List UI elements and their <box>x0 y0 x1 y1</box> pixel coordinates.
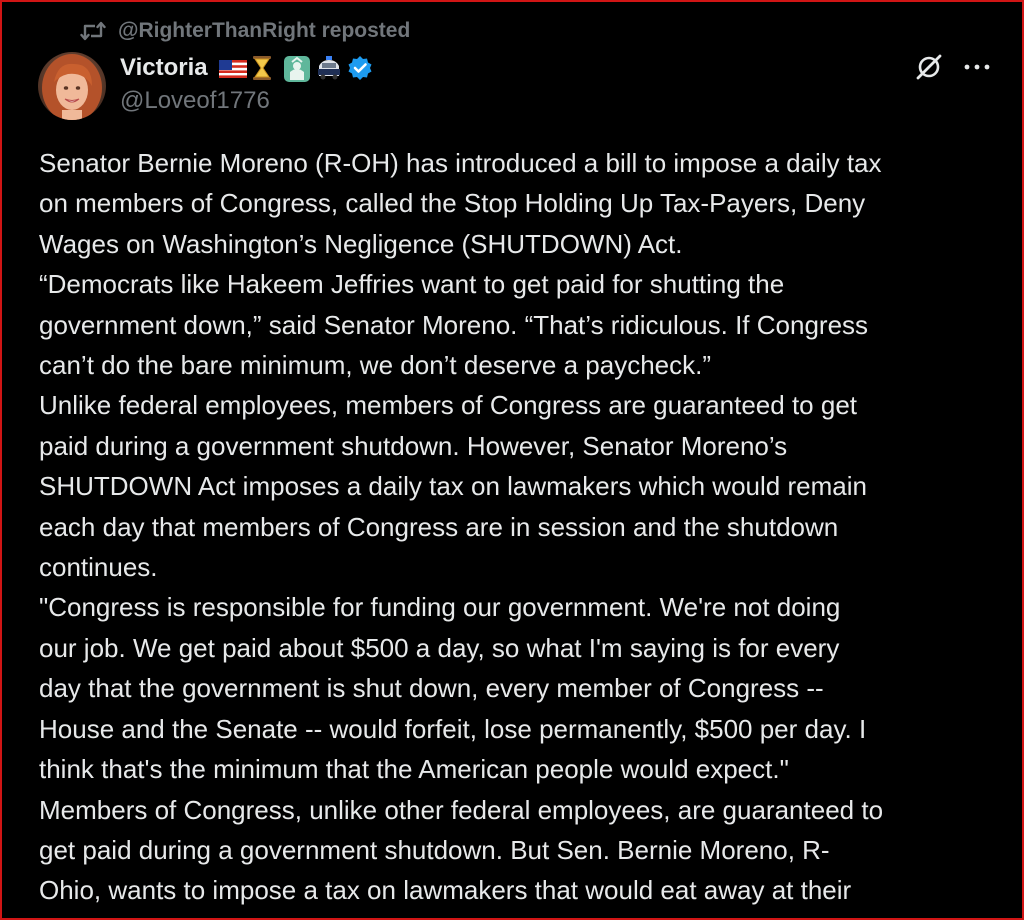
statue-of-liberty-emoji <box>282 54 310 82</box>
repost-header: @RighterThanRight reposted <box>80 16 410 46</box>
us-flag-emoji <box>218 54 247 82</box>
tweet-text-line: Ohio, wants to impose a tax on lawmakers… <box>39 875 852 906</box>
grok-icon[interactable] <box>914 52 944 82</box>
tweet-text-line: paid during a government shutdown. Howev… <box>39 430 788 461</box>
tweet-text-line: “Democrats like Hakeem Jeffries want to … <box>39 269 785 300</box>
tweet-text-line: on members of Congress, called the Stop … <box>39 188 866 219</box>
hourglass-emoji <box>250 54 278 82</box>
tweet-text-line: "Congress is responsible for funding our… <box>39 592 841 623</box>
tweet-text-line: Senator Bernie Moreno (R-OH) has introdu… <box>39 148 882 178</box>
tweet-text-line: Wages on Washington’s Negligence (SHUTDO… <box>39 228 683 259</box>
author-handle[interactable]: @Loveof1776 <box>120 87 270 115</box>
tweet-text-line: can’t do the bare minimum, we don’t dese… <box>39 350 712 381</box>
tweet-text: Senator Bernie Moreno (R-OH) has introdu… <box>39 143 999 911</box>
tweet-text-line: Unlike federal employees, members of Con… <box>39 390 857 421</box>
repost-icon <box>80 20 106 42</box>
avatar[interactable] <box>38 52 106 120</box>
tweet-text-line: SHUTDOWN Act imposes a daily tax on lawm… <box>39 471 867 502</box>
author-line: Victoria <box>120 51 374 85</box>
tweet-text-line: our job. We get paid about $500 a day, s… <box>39 632 840 663</box>
tweet-actions <box>914 52 990 82</box>
tweet-text-line: each day that members of Congress are in… <box>39 511 839 542</box>
tweet-text-line: government down,” said Senator Moreno. “… <box>39 309 869 340</box>
more-icon[interactable] <box>964 63 990 71</box>
tweet-text-line: Members of Congress, unlike other federa… <box>39 794 884 825</box>
tweet-text-line: think that's the minimum that the Americ… <box>39 754 789 785</box>
tweet-text-line: get paid during a government shutdown. B… <box>39 834 830 865</box>
tweet-text-line: day that the government is shut down, ev… <box>39 673 824 704</box>
tweet-text-line: House and the Senate -- would forfeit, l… <box>39 713 867 744</box>
verified-badge-icon[interactable] <box>346 54 374 82</box>
repost-label[interactable]: @RighterThanRight reposted <box>118 19 410 43</box>
author-display-name[interactable]: Victoria <box>120 54 208 82</box>
police-car-emoji <box>314 54 342 82</box>
tweet-text-line: continues. <box>39 552 158 583</box>
